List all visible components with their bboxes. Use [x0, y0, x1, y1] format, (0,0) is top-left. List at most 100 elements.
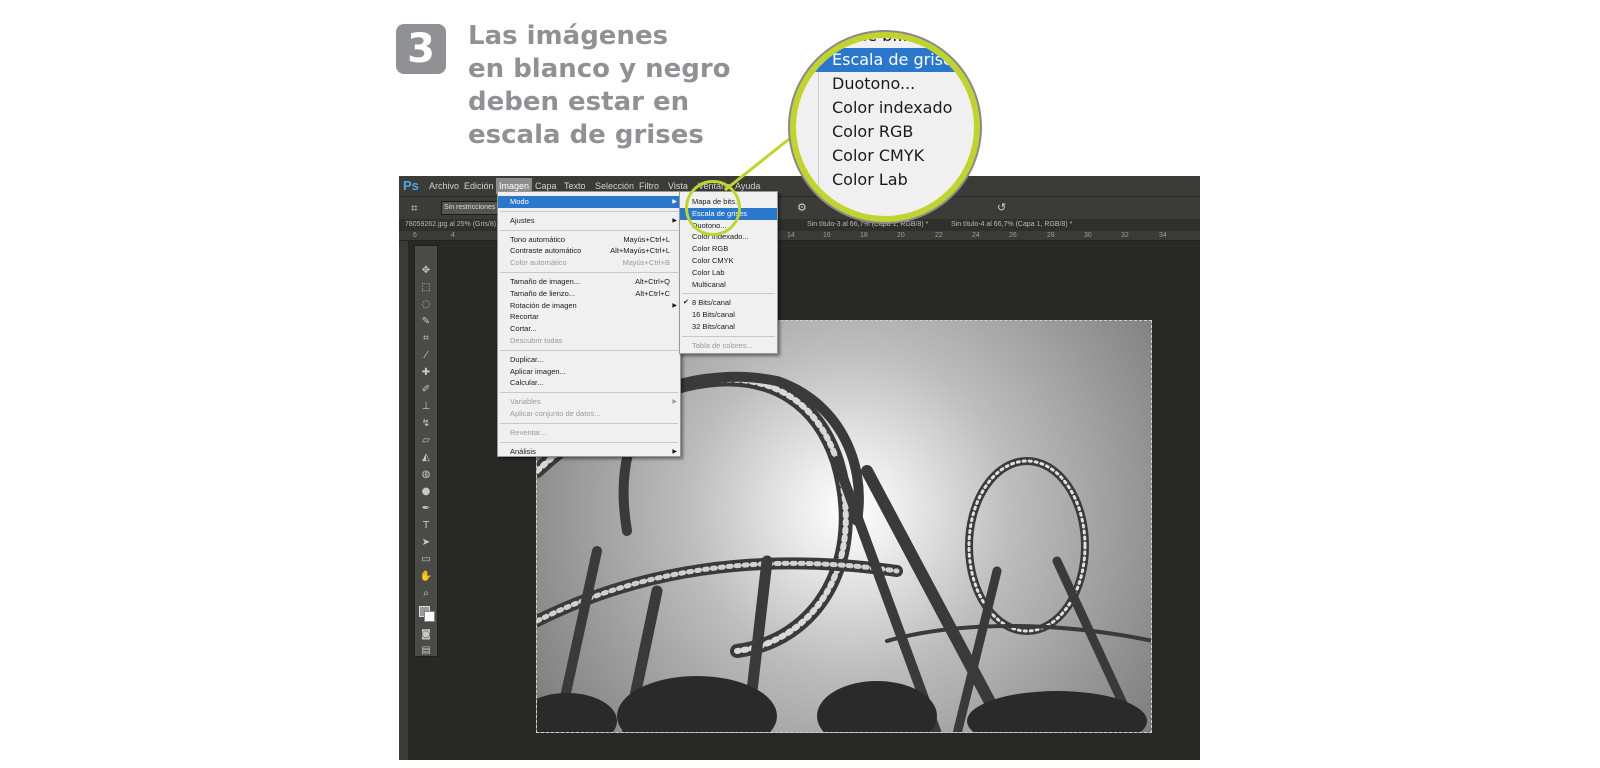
- gradient-tool-icon[interactable]: ◭: [418, 451, 434, 465]
- ruler-tick: 4: [451, 232, 455, 239]
- crop-icon[interactable]: ⌗: [411, 200, 418, 216]
- step-caption: Las imágenes en blanco y negro deben est…: [468, 20, 758, 152]
- imagen-menu-item[interactable]: Modo ▶: [498, 196, 680, 208]
- imagen-menu-item[interactable]: Calcular...: [498, 377, 680, 389]
- modo-submenu-item[interactable]: Color CMYK: [680, 255, 777, 267]
- ruler-tick: 22: [935, 232, 943, 239]
- modo-submenu-item[interactable]: Color RGB: [680, 243, 777, 255]
- modo-submenu-item[interactable]: ✔ 8 Bits/canal: [680, 297, 777, 309]
- menu-edicion[interactable]: Edición: [461, 178, 497, 194]
- checkmark-icon: ✔: [816, 50, 830, 69]
- history-brush-icon[interactable]: ↯: [418, 417, 434, 431]
- modo-submenu-item[interactable]: 32 Bits/canal: [680, 321, 777, 333]
- quick-select-tool-icon[interactable]: ✎: [418, 315, 434, 329]
- modo-submenu-item-label: Tabla de colores...: [692, 340, 753, 350]
- imagen-menu-item[interactable]: Aplicar imagen...: [498, 366, 680, 378]
- submenu-arrow-icon: ▶: [672, 448, 677, 455]
- ruler-tick: 26: [1009, 232, 1017, 239]
- modo-submenu-item-label: 16 Bits/canal: [692, 310, 735, 320]
- ruler-tick: 24: [972, 232, 980, 239]
- modo-submenu-item[interactable]: Color indexado...: [680, 231, 777, 243]
- ruler-tick: 6: [413, 232, 417, 239]
- eraser-tool-icon[interactable]: ▱: [418, 434, 434, 448]
- modo-submenu-item[interactable]: Color Lab: [680, 267, 777, 279]
- crop-tool-icon[interactable]: ⌗: [418, 332, 434, 346]
- menu-separator: [682, 335, 775, 337]
- blur-tool-icon[interactable]: ◍: [418, 468, 434, 482]
- shape-tool-icon[interactable]: ▭: [418, 553, 434, 567]
- imagen-menu-item-label: Modo: [510, 197, 529, 206]
- imagen-menu-item[interactable]: Contraste automático Alt+Mayús+Ctrl+L: [498, 245, 680, 257]
- type-tool-icon[interactable]: T: [418, 519, 434, 533]
- imagen-menu-item-label: Rotación de imagen: [510, 300, 577, 310]
- imagen-menu-item[interactable]: Tamaño de lienzo... Alt+Ctrl+C: [498, 288, 680, 300]
- quick-mask-icon[interactable]: ◙: [418, 628, 434, 642]
- caption-line: escala de grises: [468, 120, 704, 150]
- ruler-tick: 14: [787, 232, 795, 239]
- checkmark-icon: ✔: [683, 299, 689, 307]
- imagen-menu-item-label: Cortar...: [510, 324, 537, 334]
- step-number-badge: 3: [396, 24, 446, 74]
- brush-tool-icon[interactable]: ✐: [418, 383, 434, 397]
- eyedropper-tool-icon[interactable]: ⁄: [418, 349, 434, 363]
- caption-line: Las imágenes: [468, 21, 669, 51]
- imagen-menu-item[interactable]: Duplicar...: [498, 354, 680, 366]
- background-color-swatch[interactable]: [424, 611, 435, 622]
- imagen-menu-item[interactable]: Recortar: [498, 311, 680, 323]
- modo-submenu-item[interactable]: 16 Bits/canal: [680, 309, 777, 321]
- modo-submenu-item[interactable]: Multicanal: [680, 279, 777, 291]
- lasso-tool-icon[interactable]: ◌: [418, 298, 434, 312]
- reset-icon[interactable]: ↺: [997, 201, 1006, 215]
- dodge-tool-icon[interactable]: ●: [418, 485, 434, 499]
- hand-tool-icon[interactable]: ✋: [418, 570, 434, 584]
- zoom-tool-icon[interactable]: ⌕: [418, 587, 434, 601]
- menu-shortcut: Alt+Mayús+Ctrl+L: [610, 246, 670, 256]
- tab-document-3[interactable]: Sin título-4 al 66,7% (Capa 1, RGB/8) *: [951, 219, 1072, 231]
- healing-tool-icon[interactable]: ✚: [418, 366, 434, 380]
- imagen-menu-item-label: Contraste automático: [510, 246, 582, 256]
- imagen-menu-item: Color automático Mayús+Ctrl+B: [498, 257, 680, 269]
- ruler-tick: 30: [1084, 232, 1092, 239]
- tab-document-1[interactable]: 78059262.jpg al 25% (Gris/8): [405, 219, 496, 231]
- magnifier-row: ✔ Escala de grises: [796, 48, 974, 72]
- gear-icon[interactable]: ⚙: [797, 201, 807, 215]
- imagen-menu-item-label: Tamaño de lienzo...: [510, 288, 576, 298]
- imagen-menu-item[interactable]: Rotación de imagen ▶: [498, 300, 680, 312]
- modo-submenu-item-label: Color RGB: [692, 244, 729, 254]
- imagen-menu-item[interactable]: Cortar...: [498, 323, 680, 335]
- menu-separator: [682, 293, 775, 295]
- menu-separator: [500, 229, 678, 231]
- imagen-menu-item[interactable]: Tono automático Mayús+Ctrl+L: [498, 234, 680, 246]
- magnifier-row-label: Color CMYK: [832, 146, 925, 165]
- modo-submenu-item-label: Multicanal: [692, 279, 726, 289]
- submenu-arrow-icon: ▶: [672, 199, 677, 205]
- magnifier-row: Color CMYK: [796, 144, 974, 168]
- ratio-select[interactable]: Sin restricciones: [441, 201, 505, 215]
- imagen-menu-item[interactable]: Análisis ▶: [498, 446, 680, 458]
- stamp-tool-icon[interactable]: ⊥: [418, 400, 434, 414]
- tools-panel: ✥ ⬚ ◌ ✎ ⌗ ⁄ ✚ ✐ ⊥ ↯ ▱ ◭ ◍ ● ✒ T ➤ ▭ ✋ ⌕ …: [414, 245, 438, 657]
- magnifier-row: pa de b...: [796, 38, 974, 48]
- magnifier-row-label: Escala de grises: [832, 50, 962, 69]
- modo-submenu-item-label: Color Lab: [692, 267, 725, 277]
- imagen-menu-item-label: Color automático: [510, 258, 567, 268]
- modo-submenu-item-label: Color CMYK: [692, 256, 734, 265]
- tab-document-2[interactable]: Sin título-3 al 66,7% (Capa 1, RGB/8) *: [807, 219, 928, 231]
- imagen-menu-item[interactable]: Tamaño de imagen... Alt+Ctrl+Q: [498, 276, 680, 288]
- path-select-tool-icon[interactable]: ➤: [418, 536, 434, 550]
- menu-separator: [500, 272, 678, 273]
- menu-separator: [500, 210, 678, 212]
- pen-tool-icon[interactable]: ✒: [418, 502, 434, 516]
- magnifier-row: Color Lab: [796, 168, 974, 192]
- menu-archivo[interactable]: Archivo: [426, 178, 462, 194]
- move-tool-icon[interactable]: ✥: [418, 264, 434, 278]
- magnifier-row-label: Color Lab: [832, 170, 908, 189]
- imagen-menu-item-label: Análisis: [510, 446, 536, 456]
- imagen-menu-item[interactable]: Ajustes ▶: [498, 215, 680, 227]
- imagen-menu-item-label: Recortar: [510, 312, 539, 322]
- menu-separator: [500, 349, 678, 351]
- imagen-menu-item-label: Aplicar imagen...: [510, 366, 566, 376]
- screen-mode-icon[interactable]: ▤: [418, 644, 434, 658]
- menu-separator: [500, 392, 678, 394]
- marquee-tool-icon[interactable]: ⬚: [418, 281, 434, 295]
